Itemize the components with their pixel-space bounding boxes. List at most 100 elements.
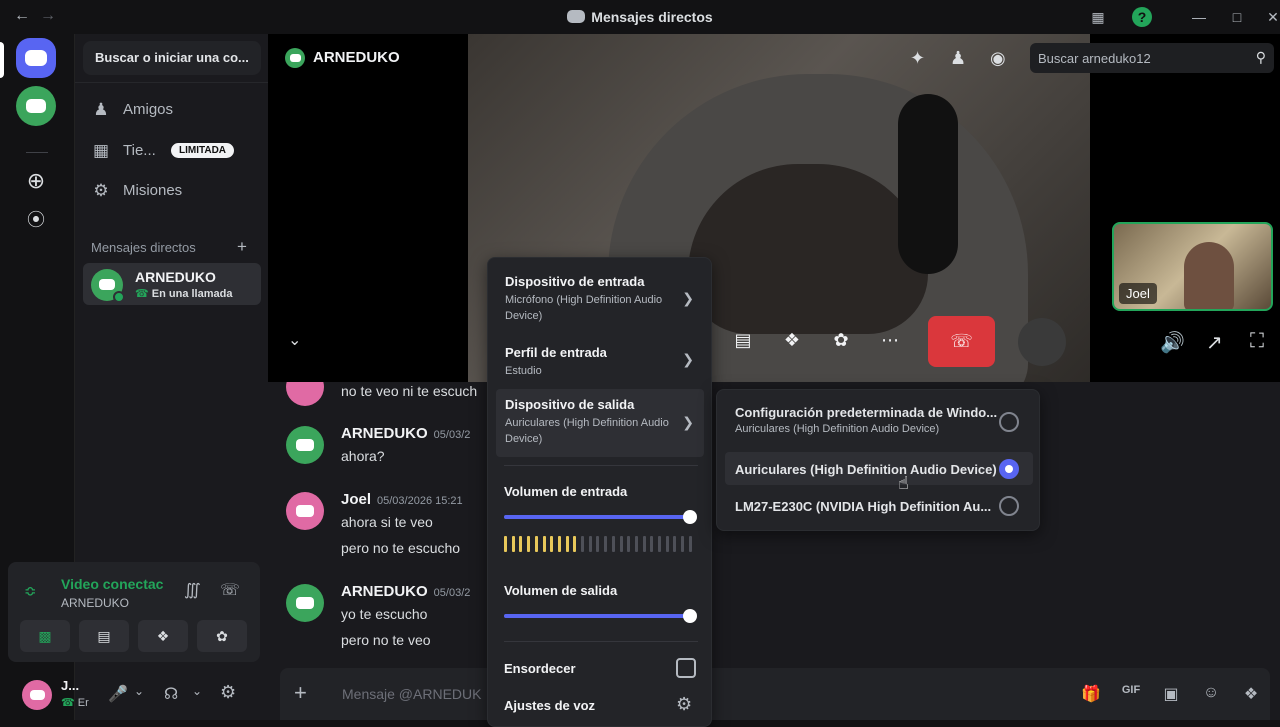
menu-item-value: Micrófono (High Definition Audio Device) bbox=[505, 294, 663, 322]
end-call-button[interactable]: ☏ bbox=[928, 316, 995, 367]
output-volume-slider[interactable] bbox=[504, 609, 697, 623]
level-bar bbox=[627, 536, 631, 552]
limited-badge: LIMITADA bbox=[171, 143, 235, 158]
message-author[interactable]: ARNEDUKO bbox=[341, 425, 428, 442]
soundboard-icon[interactable]: ✿ bbox=[826, 330, 856, 354]
slider-fill bbox=[504, 515, 690, 519]
option-title: Configuración predeterminada de Windo... bbox=[735, 405, 998, 420]
disconnect-icon[interactable]: ☏ bbox=[220, 580, 240, 600]
dm-item-arneduko[interactable]: ARNEDUKO ☎ En una llamada bbox=[83, 263, 261, 305]
close-icon[interactable]: ✕ bbox=[1263, 7, 1280, 27]
message-text: no te veo ni te escuch bbox=[341, 383, 478, 399]
sidebar-item-quests[interactable]: ⚙ Misiones bbox=[83, 173, 261, 209]
collapse-chevron-icon[interactable]: ⌄ bbox=[288, 330, 301, 350]
input-profile-item[interactable]: Perfil de entrada Estudio ❯ bbox=[496, 337, 704, 383]
camera-button[interactable]: ▩ bbox=[20, 620, 70, 652]
screen-share-button[interactable]: ▤ bbox=[79, 620, 129, 652]
activities-button[interactable]: ❖ bbox=[138, 620, 188, 652]
headphones-icon[interactable]: ☊ bbox=[164, 684, 178, 704]
slider-thumb[interactable] bbox=[683, 510, 697, 524]
output-option-headphones[interactable]: Auriculares (High Definition Audio Devic… bbox=[725, 452, 1033, 485]
more-options-icon[interactable]: ⋯ bbox=[875, 330, 905, 354]
input-device-item[interactable]: Dispositivo de entrada Micrófono (High D… bbox=[496, 266, 704, 332]
avatar bbox=[286, 584, 324, 622]
level-bar bbox=[565, 536, 569, 552]
screen-share-icon[interactable]: ▤ bbox=[728, 330, 758, 354]
radio-button-selected[interactable] bbox=[999, 458, 1019, 479]
discover-button[interactable]: ⦿ bbox=[16, 200, 56, 240]
user-avatar[interactable] bbox=[22, 680, 52, 710]
pin-icon[interactable]: ✦ bbox=[910, 48, 925, 69]
gear-icon[interactable]: ⚙ bbox=[220, 682, 236, 703]
online-status-dot bbox=[113, 291, 125, 303]
message-text: pero no te veo bbox=[341, 632, 431, 648]
profile-icon[interactable]: ◉ bbox=[990, 48, 1006, 69]
gear-icon[interactable]: ⚙ bbox=[676, 694, 692, 715]
sidebar-item-label: Amigos bbox=[123, 101, 174, 118]
message-author[interactable]: Joel bbox=[341, 491, 371, 508]
dm-call-avatar[interactable] bbox=[16, 86, 56, 126]
maximize-icon[interactable]: □ bbox=[1227, 7, 1247, 27]
add-server-button[interactable]: ⊕ bbox=[16, 162, 56, 202]
sidebar-item-shop[interactable]: ▦ Tie... LIMITADA bbox=[83, 133, 261, 169]
option-subtitle: Auriculares (High Definition Audio Devic… bbox=[735, 423, 940, 435]
message-text: ahora si te veo bbox=[341, 514, 433, 530]
microphone-icon[interactable]: 🎤 bbox=[108, 684, 128, 704]
chevron-down-icon[interactable]: ⌄ bbox=[134, 684, 144, 698]
gif-icon[interactable]: GIF bbox=[1120, 684, 1142, 706]
active-indicator bbox=[0, 42, 4, 78]
noise-suppression-icon[interactable]: ∭ bbox=[184, 580, 201, 600]
minimize-icon[interactable]: — bbox=[1189, 7, 1209, 27]
apps-icon[interactable]: ❖ bbox=[1240, 684, 1262, 706]
create-dm-button[interactable]: + bbox=[237, 237, 247, 257]
message-author[interactable]: ARNEDUKO bbox=[341, 583, 428, 600]
level-bar bbox=[658, 536, 661, 552]
radio-button[interactable] bbox=[999, 412, 1019, 432]
sticker-icon[interactable]: ▣ bbox=[1160, 684, 1182, 706]
menu-item-value: Estudio bbox=[505, 365, 542, 377]
deafen-checkbox[interactable] bbox=[676, 658, 696, 678]
dm-home-button[interactable] bbox=[16, 38, 56, 78]
avatar bbox=[286, 426, 324, 464]
voice-settings-link[interactable]: Ajustes de voz bbox=[504, 698, 595, 713]
gift-icon[interactable]: 🎁 bbox=[1080, 684, 1102, 706]
quests-icon: ⚙ bbox=[93, 181, 109, 200]
chevron-down-icon[interactable]: ⌄ bbox=[192, 684, 202, 698]
hangup-icon: ☏ bbox=[950, 331, 973, 351]
slider-thumb[interactable] bbox=[683, 609, 697, 623]
message-composer: + Mensaje @ARNEDUK 🎁 GIF ▣ ☺ ❖ bbox=[280, 668, 1270, 720]
message-text: yo te escucho bbox=[341, 606, 428, 622]
popout-icon[interactable]: ↗ bbox=[1206, 330, 1223, 355]
self-video-pip[interactable]: Joel bbox=[1112, 222, 1273, 311]
search-input[interactable]: Buscar arneduko12 ⚲ bbox=[1030, 43, 1274, 73]
message-input[interactable]: Mensaje @ARNEDUK bbox=[342, 686, 481, 702]
sidebar-item-friends[interactable]: ♟ Amigos bbox=[83, 92, 261, 128]
help-icon[interactable]: ? bbox=[1132, 7, 1152, 27]
emoji-icon[interactable]: ☺ bbox=[1200, 684, 1222, 706]
input-volume-slider[interactable] bbox=[504, 510, 697, 524]
output-device-item[interactable]: Dispositivo de salida Auriculares (High … bbox=[496, 389, 704, 457]
level-bar bbox=[534, 536, 538, 552]
pip-name-label: Joel bbox=[1119, 283, 1157, 304]
activities-icon[interactable]: ❖ bbox=[777, 330, 807, 354]
output-option-default[interactable]: Configuración predeterminada de Windo...… bbox=[725, 398, 1033, 446]
attach-plus-icon[interactable]: + bbox=[294, 680, 307, 706]
user-status: ☎ Er bbox=[61, 697, 89, 709]
inbox-icon[interactable]: ▦ bbox=[1088, 7, 1108, 27]
find-conversation-button[interactable]: Buscar o iniciar una co... bbox=[83, 41, 261, 75]
fullscreen-icon[interactable]: ⛶ bbox=[1250, 330, 1264, 353]
add-friend-icon[interactable]: ♟ bbox=[950, 48, 966, 69]
plus-icon: ⊕ bbox=[26, 168, 46, 193]
soundboard-button[interactable]: ✿ bbox=[197, 620, 247, 652]
channel-avatar bbox=[285, 48, 305, 68]
message-text: ahora? bbox=[341, 448, 385, 464]
discord-logo-icon bbox=[99, 279, 115, 291]
volume-icon[interactable]: 🔊 bbox=[1160, 330, 1185, 355]
menu-item-title: Dispositivo de entrada bbox=[505, 274, 645, 289]
discord-logo-icon bbox=[567, 10, 586, 23]
compass-icon: ⦿ bbox=[27, 210, 45, 230]
level-bar bbox=[650, 536, 654, 552]
radio-button[interactable] bbox=[999, 495, 1019, 516]
message-list: no te veo ni te escuch ARNEDUKO 05/03/2 a… bbox=[268, 382, 488, 666]
output-option-monitor[interactable]: LM27-E230C (NVIDIA High Definition Au... bbox=[725, 489, 1033, 522]
